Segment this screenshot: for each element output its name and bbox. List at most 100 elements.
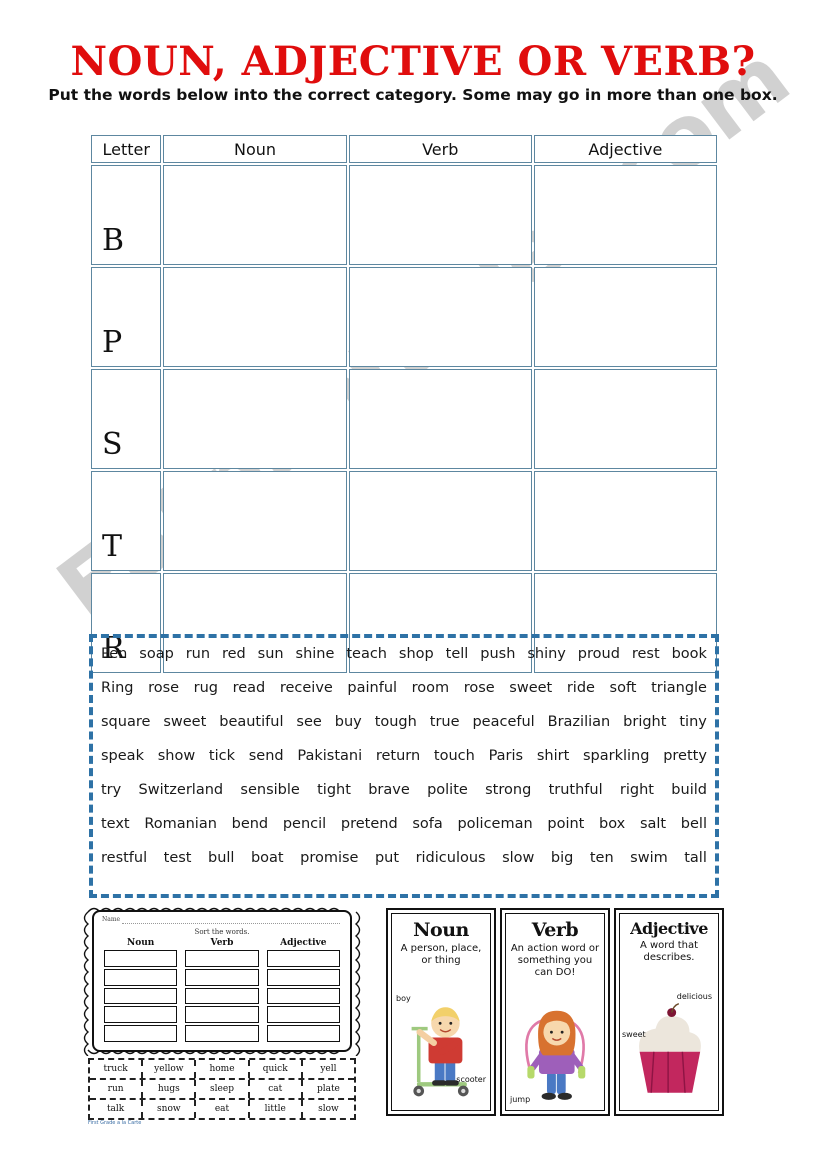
answer-cell-noun-b[interactable]	[163, 165, 347, 265]
word-bank-word[interactable]: Brazilian	[548, 714, 611, 730]
word-bank-word[interactable]: salt	[640, 816, 666, 832]
word-bank-word[interactable]: Paris	[489, 748, 524, 764]
word-bank-word[interactable]: shop	[399, 646, 434, 662]
word-bank-word[interactable]: receive	[280, 680, 333, 696]
word-bank-word[interactable]: pretend	[341, 816, 398, 832]
word-bank-word[interactable]: sofa	[412, 816, 442, 832]
answer-cell-verb-b[interactable]	[348, 165, 532, 265]
answer-cell-verb-t[interactable]	[348, 471, 532, 571]
word-bank-word[interactable]: bright	[623, 714, 666, 730]
answer-cell-adjective-p[interactable]	[533, 267, 717, 367]
word-bank-word[interactable]: book	[672, 646, 707, 662]
answer-cell-noun-p[interactable]	[163, 267, 347, 367]
word-bank-word[interactable]: box	[599, 816, 625, 832]
answer-cell-verb-p[interactable]	[348, 267, 532, 367]
word-bank-word[interactable]: touch	[434, 748, 475, 764]
answer-cell-noun-t[interactable]	[163, 471, 347, 571]
word-bank-word[interactable]: polite	[427, 782, 468, 798]
word-bank-word[interactable]: square	[101, 714, 150, 730]
word-bank-word[interactable]: rose	[148, 680, 179, 696]
word-bank-word[interactable]: promise	[300, 850, 358, 866]
word-bank-word[interactable]: peaceful	[472, 714, 534, 730]
word-bank-word[interactable]: red	[222, 646, 246, 662]
word-bank-word[interactable]: tall	[684, 850, 707, 866]
word-bank-word[interactable]: boat	[251, 850, 284, 866]
answer-cell-verb-s[interactable]	[348, 369, 532, 469]
letter-cell-t: T	[91, 471, 162, 571]
word-bank-word[interactable]: triangle	[651, 680, 707, 696]
word-bank-word[interactable]: beautiful	[219, 714, 283, 730]
thumbnail-answer-box	[185, 1006, 259, 1024]
word-bank-word[interactable]: tiny	[679, 714, 707, 730]
word-bank-word[interactable]: true	[430, 714, 460, 730]
word-bank-word[interactable]: Ring	[101, 680, 134, 696]
word-bank-word[interactable]: right	[620, 782, 654, 798]
word-bank-word[interactable]: ten	[590, 850, 614, 866]
word-bank-word[interactable]: read	[233, 680, 266, 696]
word-bank-word[interactable]: rest	[632, 646, 660, 662]
word-bank-word[interactable]: sweet	[509, 680, 552, 696]
word-bank-word[interactable]: rose	[464, 680, 495, 696]
answer-cell-adjective-s[interactable]	[533, 369, 717, 469]
answer-cell-adjective-t[interactable]	[533, 471, 717, 571]
word-bank-word[interactable]: tough	[375, 714, 417, 730]
word-bank-word[interactable]: painful	[347, 680, 397, 696]
word-bank-word[interactable]: teach	[346, 646, 387, 662]
word-bank-word[interactable]: sun	[258, 646, 284, 662]
word-bank-word[interactable]: policeman	[457, 816, 532, 832]
word-bank-word[interactable]: ridiculous	[416, 850, 486, 866]
word-bank-word[interactable]: sparkling	[583, 748, 649, 764]
word-bank-word[interactable]: shine	[296, 646, 335, 662]
word-bank-word[interactable]: test	[164, 850, 192, 866]
word-bank-word[interactable]: tell	[446, 646, 469, 662]
word-bank-word[interactable]: slow	[502, 850, 534, 866]
word-bank-word[interactable]: speak	[101, 748, 144, 764]
word-bank-word[interactable]: Romanian	[144, 816, 217, 832]
word-bank-word[interactable]: show	[158, 748, 195, 764]
cupcake-svg	[639, 1002, 701, 1093]
word-bank-row: try Switzerland sensible tight brave polite st…	[101, 782, 707, 816]
word-bank-word[interactable]: big	[551, 850, 573, 866]
word-bank-word[interactable]: strong	[485, 782, 531, 798]
word-bank-word[interactable]: pencil	[283, 816, 326, 832]
word-bank-word[interactable]: pretty	[663, 748, 707, 764]
word-bank-word[interactable]: point	[547, 816, 584, 832]
word-bank-word[interactable]: Switzerland	[139, 782, 224, 798]
word-bank-word[interactable]: return	[376, 748, 420, 764]
word-bank-word[interactable]: tick	[209, 748, 235, 764]
word-bank-word[interactable]: swim	[630, 850, 668, 866]
word-bank-word[interactable]: see	[296, 714, 321, 730]
word-bank-word[interactable]: shirt	[537, 748, 569, 764]
word-bank-word[interactable]: brave	[368, 782, 410, 798]
word-bank-word[interactable]: run	[186, 646, 210, 662]
word-bank-word[interactable]: proud	[578, 646, 620, 662]
word-bank-word[interactable]: bell	[681, 816, 707, 832]
word-bank-word[interactable]: push	[480, 646, 515, 662]
word-bank-word[interactable]: build	[671, 782, 707, 798]
answer-cell-adjective-b[interactable]	[533, 165, 717, 265]
word-bank-word[interactable]: Pen	[101, 646, 127, 662]
word-bank-word[interactable]: put	[375, 850, 399, 866]
word-bank-word[interactable]: ride	[567, 680, 595, 696]
word-bank-word[interactable]: send	[249, 748, 284, 764]
answer-cell-noun-s[interactable]	[163, 369, 347, 469]
word-bank-word[interactable]: bull	[208, 850, 234, 866]
word-bank-word[interactable]: sweet	[163, 714, 206, 730]
word-bank-word[interactable]: restful	[101, 850, 147, 866]
word-bank-word[interactable]: Pakistani	[297, 748, 362, 764]
word-bank-word[interactable]: sensible	[240, 782, 299, 798]
word-bank-word[interactable]: shiny	[527, 646, 566, 662]
word-bank-word[interactable]: truthful	[549, 782, 603, 798]
word-bank-word[interactable]: room	[412, 680, 450, 696]
word-bank-word[interactable]: soap	[139, 646, 174, 662]
word-bank-word[interactable]: rug	[194, 680, 218, 696]
word-bank-word[interactable]: bend	[232, 816, 269, 832]
word-bank-word[interactable]: tight	[317, 782, 351, 798]
word-tile: cat	[247, 1080, 301, 1098]
thumbnail-answer-box	[185, 987, 259, 1005]
word-bank-word[interactable]: try	[101, 782, 121, 798]
word-bank-word[interactable]: text	[101, 816, 130, 832]
word-bank-word[interactable]: buy	[335, 714, 362, 730]
poster-verb-title: Verb	[531, 919, 579, 941]
word-bank-word[interactable]: soft	[610, 680, 637, 696]
